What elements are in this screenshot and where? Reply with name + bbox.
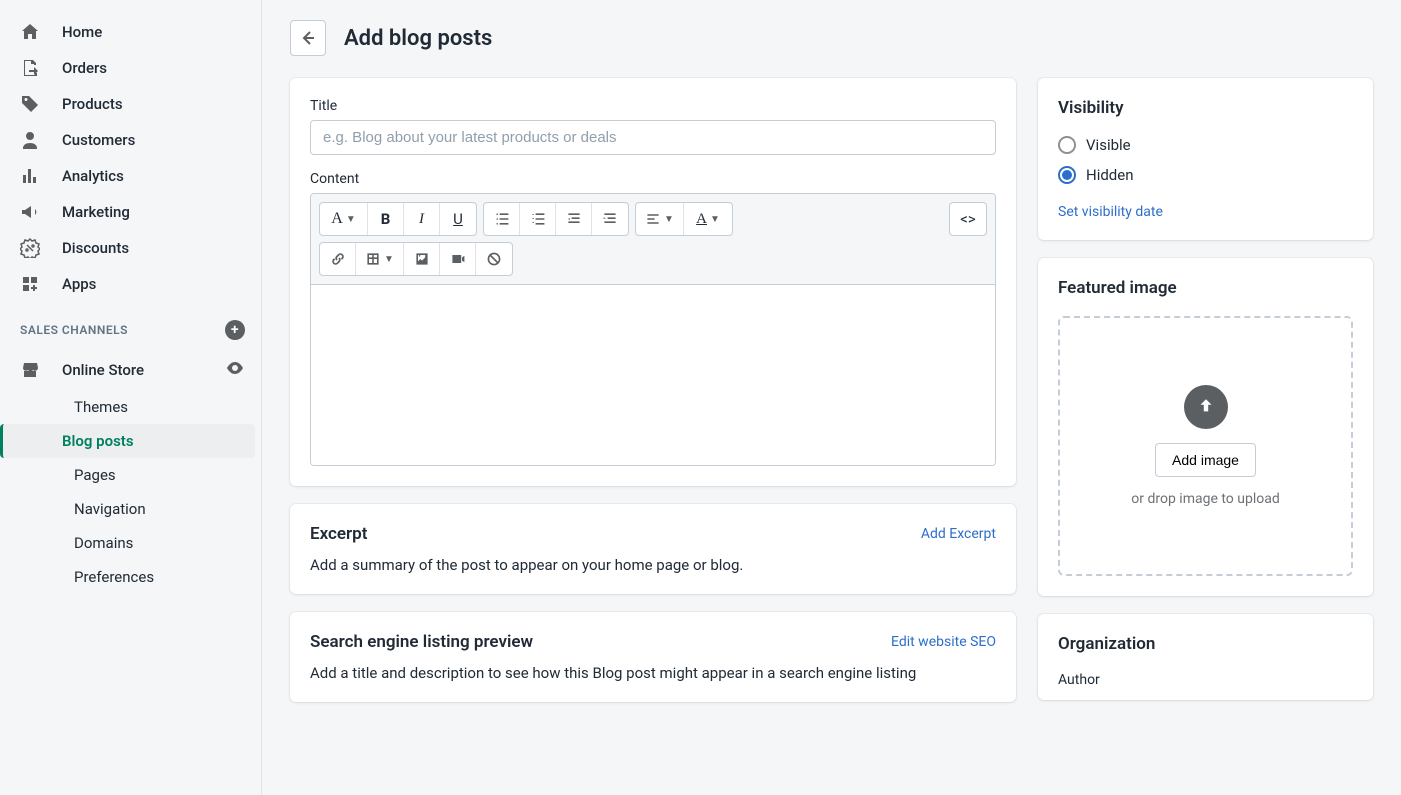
nav-label: Products	[62, 95, 123, 113]
organization-title: Organization	[1058, 634, 1353, 654]
nav-products[interactable]: Products	[0, 86, 261, 122]
underline-button[interactable]: U	[440, 203, 476, 235]
subnav-navigation[interactable]: Navigation	[62, 492, 255, 526]
add-channel-icon[interactable]: +	[225, 320, 245, 340]
image-dropzone[interactable]: Add image or drop image to upload	[1058, 316, 1353, 576]
rich-text-editor: A▼ B I U	[310, 193, 996, 466]
drop-hint: or drop image to upload	[1131, 491, 1279, 507]
orders-icon	[20, 58, 40, 78]
featured-image-title: Featured image	[1058, 278, 1353, 298]
featured-image-card: Featured image Add image or drop image t…	[1038, 258, 1373, 596]
nav-label: Customers	[62, 131, 135, 149]
arrow-left-icon	[298, 28, 318, 48]
store-icon	[20, 360, 40, 380]
nav-label: Discounts	[62, 239, 129, 257]
nav-orders[interactable]: Orders	[0, 50, 261, 86]
radio-label: Visible	[1086, 136, 1131, 154]
heading-text: SALES CHANNELS	[20, 323, 128, 337]
table-button[interactable]: ▼	[356, 243, 404, 275]
nav-analytics[interactable]: Analytics	[0, 158, 261, 194]
upload-icon	[1184, 385, 1228, 429]
bullet-list-button[interactable]	[484, 203, 520, 235]
indent-button[interactable]	[592, 203, 628, 235]
seo-description: Add a title and description to see how t…	[310, 664, 996, 682]
visibility-title: Visibility	[1058, 98, 1353, 118]
discounts-icon	[20, 238, 40, 258]
bold-button[interactable]: B	[368, 203, 404, 235]
nav-customers[interactable]: Customers	[0, 122, 261, 158]
nav-label: Home	[62, 23, 102, 41]
subnav-pages[interactable]: Pages	[62, 458, 255, 492]
set-visibility-date-link[interactable]: Set visibility date	[1058, 204, 1353, 220]
text-color-button[interactable]: A▼	[684, 203, 732, 235]
radio-label: Hidden	[1086, 166, 1134, 184]
tag-icon	[20, 94, 40, 114]
add-image-button[interactable]: Add image	[1155, 443, 1256, 477]
nav-home[interactable]: Home	[0, 14, 261, 50]
nav-label: Analytics	[62, 167, 124, 185]
editor-toolbar: A▼ B I U	[311, 194, 995, 285]
page-header: Add blog posts	[290, 20, 1373, 56]
visibility-visible-radio[interactable]: Visible	[1058, 136, 1353, 154]
visibility-hidden-radio[interactable]: Hidden	[1058, 166, 1353, 184]
nav-marketing[interactable]: Marketing	[0, 194, 261, 230]
image-button[interactable]	[404, 243, 440, 275]
content-card: Title Content A▼ B I U	[290, 78, 1016, 486]
radio-icon	[1058, 136, 1076, 154]
title-label: Title	[310, 98, 996, 114]
nav-online-store[interactable]: Online Store	[0, 350, 261, 390]
home-icon	[20, 22, 40, 42]
main-content: Add blog posts Title Content A▼ B	[262, 0, 1401, 795]
subnav-blog-posts[interactable]: Blog posts	[0, 424, 255, 458]
subnav-themes[interactable]: Themes	[62, 390, 255, 424]
seo-card: Search engine listing preview Edit websi…	[290, 612, 1016, 702]
title-input[interactable]	[310, 120, 996, 155]
link-button[interactable]	[320, 243, 356, 275]
excerpt-card: Excerpt Add Excerpt Add a summary of the…	[290, 504, 1016, 594]
subnav-domains[interactable]: Domains	[62, 526, 255, 560]
view-store-icon[interactable]	[225, 358, 245, 382]
online-store-subnav: Themes Blog posts Pages Navigation Domai…	[0, 390, 261, 594]
page-title: Add blog posts	[344, 26, 492, 51]
align-button[interactable]: ▼	[636, 203, 684, 235]
content-label: Content	[310, 171, 996, 187]
excerpt-description: Add a summary of the post to appear on y…	[310, 556, 996, 574]
add-excerpt-link[interactable]: Add Excerpt	[921, 526, 996, 542]
clear-format-button[interactable]	[476, 243, 512, 275]
outdent-button[interactable]	[556, 203, 592, 235]
nav-label: Orders	[62, 59, 107, 77]
subnav-preferences[interactable]: Preferences	[62, 560, 255, 594]
nav-apps[interactable]: Apps	[0, 266, 261, 302]
visibility-card: Visibility Visible Hidden Set visibility…	[1038, 78, 1373, 240]
analytics-icon	[20, 166, 40, 186]
organization-card: Organization Author	[1038, 614, 1373, 700]
edit-seo-link[interactable]: Edit website SEO	[891, 634, 996, 650]
back-button[interactable]	[290, 20, 326, 56]
apps-icon	[20, 274, 40, 294]
person-icon	[20, 130, 40, 150]
nav-label: Marketing	[62, 203, 130, 221]
font-family-button[interactable]: A▼	[320, 203, 368, 235]
seo-title: Search engine listing preview	[310, 632, 533, 652]
content-editor-body[interactable]	[311, 285, 995, 465]
sidebar: Home Orders Products Customers Analytics…	[0, 0, 262, 795]
html-view-button[interactable]: <>	[950, 203, 986, 235]
numbered-list-button[interactable]	[520, 203, 556, 235]
sales-channels-heading: SALES CHANNELS +	[0, 302, 261, 350]
nav-discounts[interactable]: Discounts	[0, 230, 261, 266]
bullhorn-icon	[20, 202, 40, 222]
radio-icon	[1058, 166, 1076, 184]
video-button[interactable]	[440, 243, 476, 275]
excerpt-title: Excerpt	[310, 524, 367, 544]
author-label: Author	[1058, 672, 1353, 688]
nav-label: Apps	[62, 275, 96, 293]
nav-label: Online Store	[62, 361, 144, 379]
italic-button[interactable]: I	[404, 203, 440, 235]
